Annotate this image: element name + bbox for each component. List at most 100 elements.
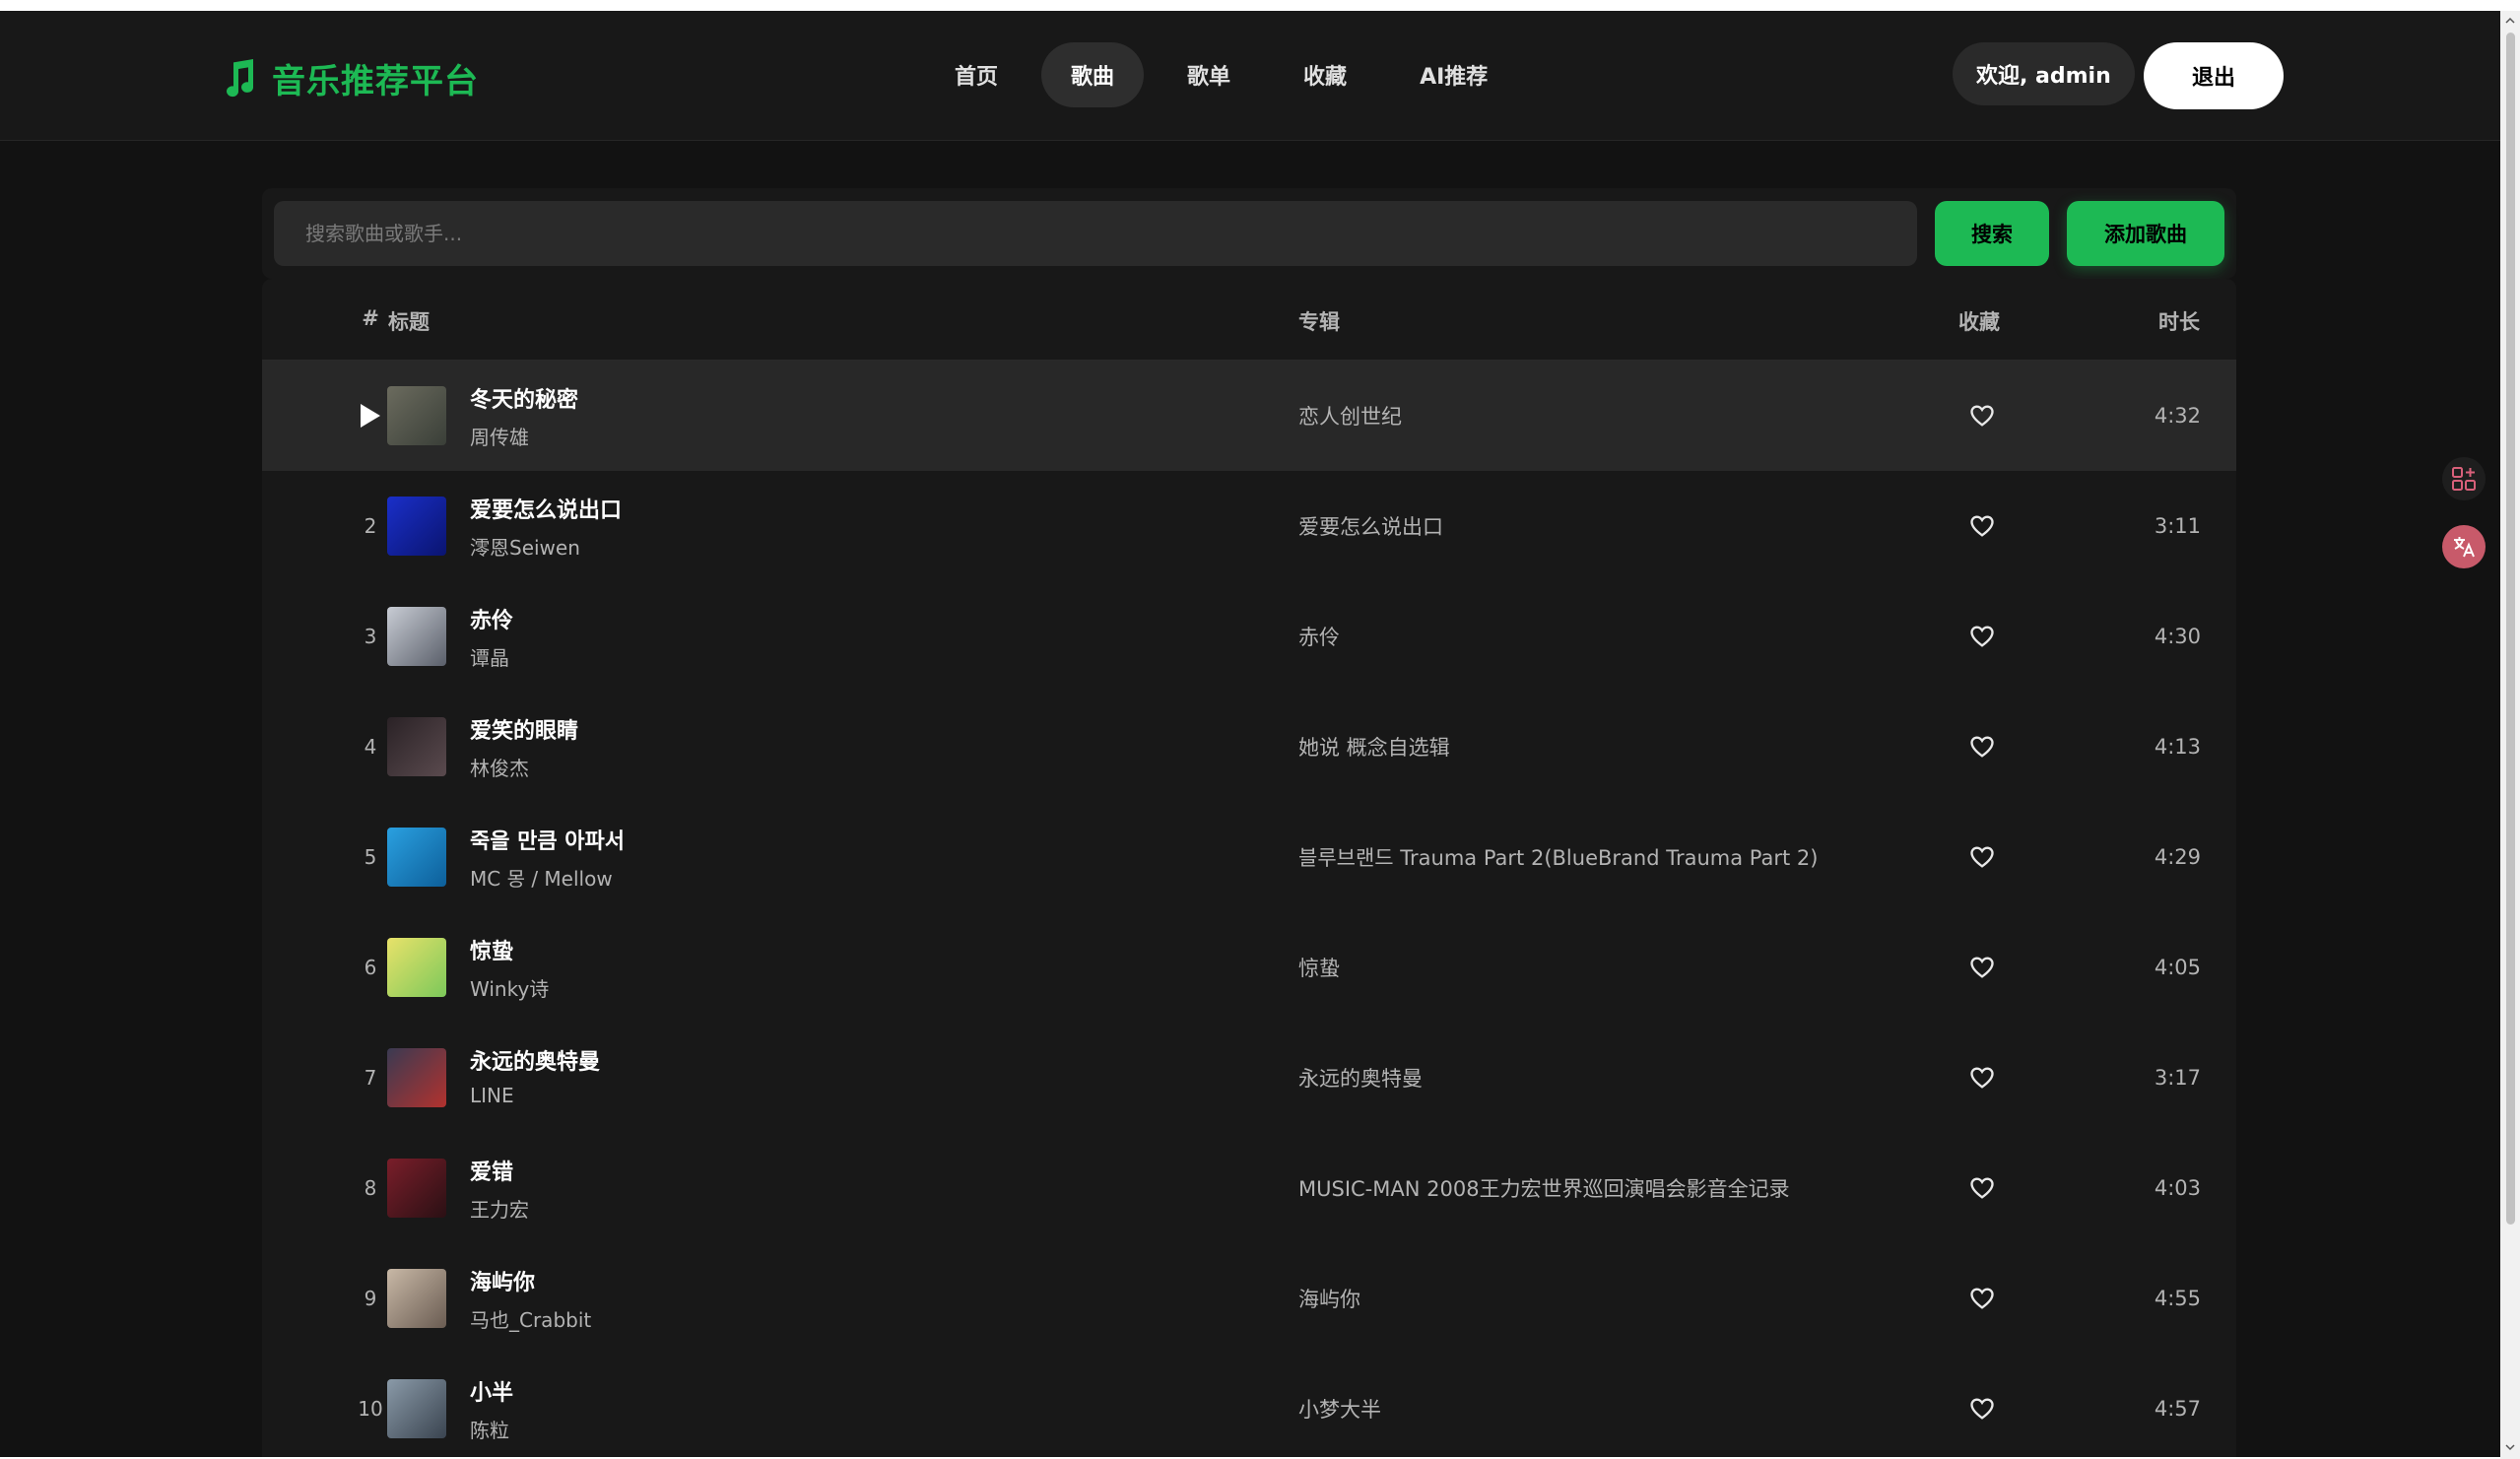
song-duration: 4:05 [2154, 956, 2201, 979]
music-note-icon [227, 58, 254, 97]
play-icon[interactable] [359, 402, 382, 430]
song-artist[interactable]: 周传雄 [470, 422, 529, 450]
song-artist[interactable]: LINE [470, 1084, 514, 1107]
song-title[interactable]: 冬天的秘密 [470, 382, 578, 414]
heart-outline-icon[interactable] [1968, 1064, 1996, 1092]
table-row[interactable]: 5 죽을 만큼 아파서 MC 몽 / Mellow 블루브랜드 Trauma P… [262, 802, 2236, 912]
song-album[interactable]: 恋人创世纪 [1298, 361, 1402, 471]
song-artist[interactable]: 马也_Crabbit [470, 1304, 591, 1333]
song-duration: 3:17 [2154, 1066, 2201, 1090]
heart-outline-icon[interactable] [1968, 954, 1996, 981]
nav-item-favorites[interactable]: 收藏 [1274, 42, 1376, 107]
album-cover [387, 938, 446, 997]
album-cover [387, 607, 446, 666]
song-album[interactable]: 爱要怎么说出口 [1298, 471, 1443, 581]
song-duration: 4:57 [2154, 1397, 2201, 1421]
song-duration: 4:29 [2154, 845, 2201, 869]
song-artist[interactable]: MC 몽 / Mellow [470, 863, 613, 892]
song-duration: 4:03 [2154, 1176, 2201, 1200]
song-artist[interactable]: 澪恩Seiwen [470, 532, 580, 561]
app-logo[interactable]: 音乐推荐平台 [219, 54, 479, 102]
browser-top-strip [0, 0, 2520, 11]
scrollbar-thumb[interactable] [2506, 33, 2515, 1225]
song-album[interactable]: 永远的奥特曼 [1298, 1023, 1423, 1133]
heart-outline-icon[interactable] [1968, 512, 1996, 540]
song-title[interactable]: 죽을 만큼 아파서 [470, 824, 625, 855]
song-album[interactable]: 海屿你 [1298, 1243, 1360, 1354]
table-row[interactable]: 6 惊蛰 Winky诗 惊蛰 4:05 [262, 912, 2236, 1023]
add-song-button[interactable]: 添加歌曲 [2067, 201, 2224, 266]
song-title[interactable]: 爱错 [470, 1155, 513, 1186]
heart-outline-icon[interactable] [1968, 1395, 1996, 1423]
nav-item-playlists[interactable]: 歌单 [1158, 42, 1260, 107]
table-row[interactable]: 8 爱错 王力宏 MUSIC-MAN 2008王力宏世界巡回演唱会影音全记录 4… [262, 1133, 2236, 1243]
song-album[interactable]: MUSIC-MAN 2008王力宏世界巡回演唱会影音全记录 [1298, 1133, 1790, 1243]
app-title: 音乐推荐平台 [272, 62, 479, 101]
album-cover [387, 1379, 446, 1438]
search-toolbar: 搜索 添加歌曲 [262, 188, 2236, 279]
heart-outline-icon[interactable] [1968, 733, 1996, 761]
song-artist[interactable]: 谭晶 [470, 642, 509, 671]
song-artist[interactable]: 陈粒 [470, 1415, 509, 1443]
logout-button[interactable]: 退出 [2144, 42, 2284, 109]
table-row[interactable]: 7 永远的奥特曼 LINE 永远的奥特曼 3:17 [262, 1023, 2236, 1133]
song-album[interactable]: 她说 概念自选辑 [1298, 692, 1450, 802]
table-row[interactable]: 9 海屿你 马也_Crabbit 海屿你 4:55 [262, 1243, 2236, 1354]
song-title[interactable]: 惊蛰 [470, 934, 513, 965]
song-duration: 4:30 [2154, 625, 2201, 648]
song-album[interactable]: 赤伶 [1298, 581, 1340, 692]
song-artist[interactable]: 王力宏 [470, 1194, 529, 1223]
apps-add-icon [2452, 467, 2476, 491]
song-title[interactable]: 小半 [470, 1375, 513, 1407]
scroll-up-arrow-icon[interactable] [2504, 15, 2516, 27]
table-row[interactable]: 3 赤伶 谭晶 赤伶 4:30 [262, 581, 2236, 692]
search-input[interactable] [274, 201, 1917, 266]
song-artist[interactable]: Winky诗 [470, 973, 549, 1002]
album-cover [387, 1269, 446, 1328]
nav-item-home[interactable]: 首页 [925, 42, 1028, 107]
song-album[interactable]: 블루브랜드 Trauma Part 2(BlueBrand Trauma Par… [1298, 802, 1818, 912]
song-title[interactable]: 永远的奥特曼 [470, 1044, 600, 1076]
table-row[interactable]: 2 爱要怎么说出口 澪恩Seiwen 爱要怎么说出口 3:11 [262, 471, 2236, 581]
page-scrollbar[interactable] [2500, 11, 2520, 1459]
album-cover [387, 497, 446, 556]
song-duration: 3:11 [2154, 514, 2201, 538]
header-favorite: 收藏 [1958, 310, 2000, 334]
heart-outline-icon[interactable] [1968, 623, 1996, 650]
side-translate-button[interactable] [2442, 525, 2486, 568]
header-title: 标题 [388, 310, 430, 334]
album-cover [387, 828, 446, 887]
song-duration: 4:13 [2154, 735, 2201, 759]
song-title[interactable]: 海屿你 [470, 1265, 535, 1296]
song-duration: 4:32 [2154, 404, 2201, 428]
nav-item-songs[interactable]: 歌曲 [1041, 42, 1145, 107]
heart-outline-icon[interactable] [1968, 402, 1996, 430]
heart-outline-icon[interactable] [1968, 1174, 1996, 1202]
search-button[interactable]: 搜索 [1935, 201, 2049, 266]
song-album[interactable]: 惊蛰 [1298, 912, 1340, 1023]
main-nav: 首页 歌曲 歌单 收藏 AI推荐 [925, 42, 1517, 107]
song-title[interactable]: 赤伶 [470, 603, 513, 634]
table-body: 冬天的秘密 周传雄 恋人创世纪 4:32 2 爱要怎么说出口 澪恩Seiwen … [262, 361, 2236, 1459]
album-cover [387, 1048, 446, 1107]
album-cover [387, 717, 446, 776]
song-table: # 标题 专辑 收藏 时长 冬天的秘密 周传雄 恋人创世纪 4:32 2 爱要怎… [262, 279, 2236, 1459]
table-row[interactable]: 4 爱笑的眼睛 林俊杰 她说 概念自选辑 4:13 [262, 692, 2236, 802]
song-album[interactable]: 小梦大半 [1298, 1354, 1381, 1459]
header-duration: 时长 [2158, 310, 2200, 334]
table-header: # 标题 专辑 收藏 时长 [262, 279, 2236, 361]
song-title[interactable]: 爱笑的眼睛 [470, 713, 578, 745]
song-artist[interactable]: 林俊杰 [470, 753, 529, 781]
heart-outline-icon[interactable] [1968, 1285, 1996, 1312]
translate-icon [2454, 537, 2475, 558]
side-apps-button[interactable] [2442, 457, 2486, 500]
scroll-down-arrow-icon[interactable] [2504, 1441, 2516, 1453]
song-duration: 4:55 [2154, 1287, 2201, 1310]
table-row[interactable]: 冬天的秘密 周传雄 恋人创世纪 4:32 [262, 361, 2236, 471]
nav-item-ai-recommend[interactable]: AI推荐 [1390, 42, 1517, 107]
top-navbar: 音乐推荐平台 首页 歌曲 歌单 收藏 AI推荐 欢迎, admin 退出 [0, 11, 2500, 141]
album-cover [387, 386, 446, 445]
song-title[interactable]: 爱要怎么说出口 [470, 493, 622, 524]
heart-outline-icon[interactable] [1968, 843, 1996, 871]
table-row[interactable]: 10 小半 陈粒 小梦大半 4:57 [262, 1354, 2236, 1459]
